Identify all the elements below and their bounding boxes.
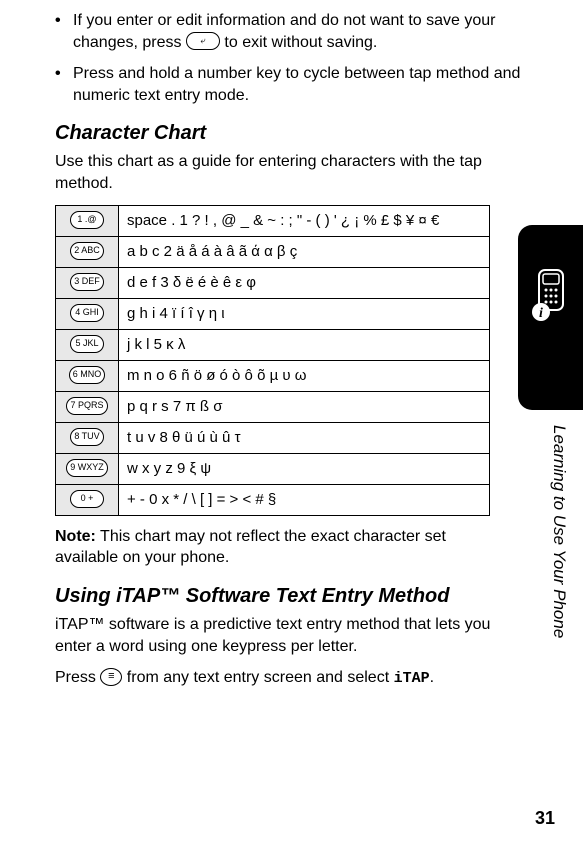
note-paragraph: Note: This chart may not reflect the exa… bbox=[55, 526, 548, 569]
svg-text:i: i bbox=[539, 306, 543, 321]
p2-pre: Press bbox=[55, 669, 100, 686]
table-row: 1 .@ space . 1 ? ! , @ _ & ~ : ; " - ( )… bbox=[56, 205, 490, 236]
chars-cell: d e f 3 δ ë é è ê ε φ bbox=[119, 267, 490, 298]
key-5-icon: 5 JKL bbox=[70, 335, 104, 353]
character-chart-table: 1 .@ space . 1 ? ! , @ _ & ~ : ; " - ( )… bbox=[55, 205, 490, 516]
table-row: 7 PQRS p q r s 7 π ß σ bbox=[56, 391, 490, 422]
chars-cell: space . 1 ? ! , @ _ & ~ : ; " - ( ) ' ¿ … bbox=[119, 205, 490, 236]
page-number: 31 bbox=[535, 808, 555, 829]
section-intro: Use this chart as a guide for entering c… bbox=[55, 151, 548, 194]
table-row: 0 + + - 0 x * / \ [ ] = > < # § bbox=[56, 484, 490, 515]
chars-cell: t u v 8 θ ü ú ù û τ bbox=[119, 422, 490, 453]
menu-key-icon bbox=[100, 668, 122, 686]
bullet-text: If you enter or edit information and do … bbox=[73, 10, 548, 53]
table-row: 8 TUV t u v 8 θ ü ú ù û τ bbox=[56, 422, 490, 453]
table-row: 4 GHI g h i 4 ï í î γ η ι bbox=[56, 298, 490, 329]
chars-cell: p q r s 7 π ß σ bbox=[119, 391, 490, 422]
bullet-item: • If you enter or edit information and d… bbox=[55, 10, 548, 53]
key-cell: 4 GHI bbox=[56, 298, 119, 329]
side-chapter-label: Learning to Use Your Phone bbox=[549, 425, 569, 775]
bullet-text: Press and hold a number key to cycle bet… bbox=[73, 63, 548, 106]
itap-paragraph-1: iTAP™ software is a predictive text entr… bbox=[55, 614, 548, 657]
bullet-item: • Press and hold a number key to cycle b… bbox=[55, 63, 548, 106]
table-row: 6 MNO m n o 6 ñ ö ø ó ò ô õ µ υ ω bbox=[56, 360, 490, 391]
page: • If you enter or edit information and d… bbox=[0, 10, 583, 847]
key-6-icon: 6 MNO bbox=[69, 366, 106, 384]
key-cell: 2 ABC bbox=[56, 236, 119, 267]
phone-info-icon: i bbox=[529, 268, 573, 324]
key-cell: 6 MNO bbox=[56, 360, 119, 391]
table-row: 3 DEF d e f 3 δ ë é è ê ε φ bbox=[56, 267, 490, 298]
chars-cell: a b c 2 ä å á à â ã ά α β ç bbox=[119, 236, 490, 267]
table-row: 9 WXYZ w x y z 9 ξ ψ bbox=[56, 453, 490, 484]
key-cell: 3 DEF bbox=[56, 267, 119, 298]
table-row: 5 JKL j k l 5 κ λ bbox=[56, 329, 490, 360]
key-cell: 9 WXYZ bbox=[56, 453, 119, 484]
note-text: This chart may not reflect the exact cha… bbox=[55, 528, 446, 567]
key-cell: 8 TUV bbox=[56, 422, 119, 453]
chars-cell: j k l 5 κ λ bbox=[119, 329, 490, 360]
key-8-icon: 8 TUV bbox=[70, 428, 104, 446]
key-3-icon: 3 DEF bbox=[70, 273, 104, 291]
key-cell: 7 PQRS bbox=[56, 391, 119, 422]
itap-paragraph-2: Press from any text entry screen and sel… bbox=[55, 667, 548, 689]
key-1-icon: 1 .@ bbox=[70, 211, 104, 229]
bullet-post: to exit without saving. bbox=[224, 34, 377, 51]
p2-end: . bbox=[430, 669, 434, 686]
key-2-icon: 2 ABC bbox=[70, 242, 104, 260]
key-9-icon: 9 WXYZ bbox=[66, 459, 108, 477]
key-cell: 1 .@ bbox=[56, 205, 119, 236]
key-cell: 0 + bbox=[56, 484, 119, 515]
section-heading-character-chart: Character Chart bbox=[55, 122, 548, 145]
key-0-icon: 0 + bbox=[70, 490, 104, 508]
key-4-icon: 4 GHI bbox=[70, 304, 104, 322]
bullet-dot: • bbox=[55, 10, 73, 53]
section-heading-itap: Using iTAP™ Software Text Entry Method bbox=[55, 585, 548, 608]
key-cell: 5 JKL bbox=[56, 329, 119, 360]
chars-cell: w x y z 9 ξ ψ bbox=[119, 453, 490, 484]
p2-post: from any text entry screen and select bbox=[127, 669, 394, 686]
key-7-icon: 7 PQRS bbox=[66, 397, 107, 415]
end-key-icon: ⤶ bbox=[186, 32, 220, 50]
chars-cell: m n o 6 ñ ö ø ó ò ô õ µ υ ω bbox=[119, 360, 490, 391]
note-label: Note: bbox=[55, 528, 96, 545]
itap-label: iTAP bbox=[394, 670, 430, 687]
table-row: 2 ABC a b c 2 ä å á à â ã ά α β ç bbox=[56, 236, 490, 267]
chars-cell: g h i 4 ï í î γ η ι bbox=[119, 298, 490, 329]
chars-cell: + - 0 x * / \ [ ] = > < # § bbox=[119, 484, 490, 515]
bullet-dot: • bbox=[55, 63, 73, 106]
